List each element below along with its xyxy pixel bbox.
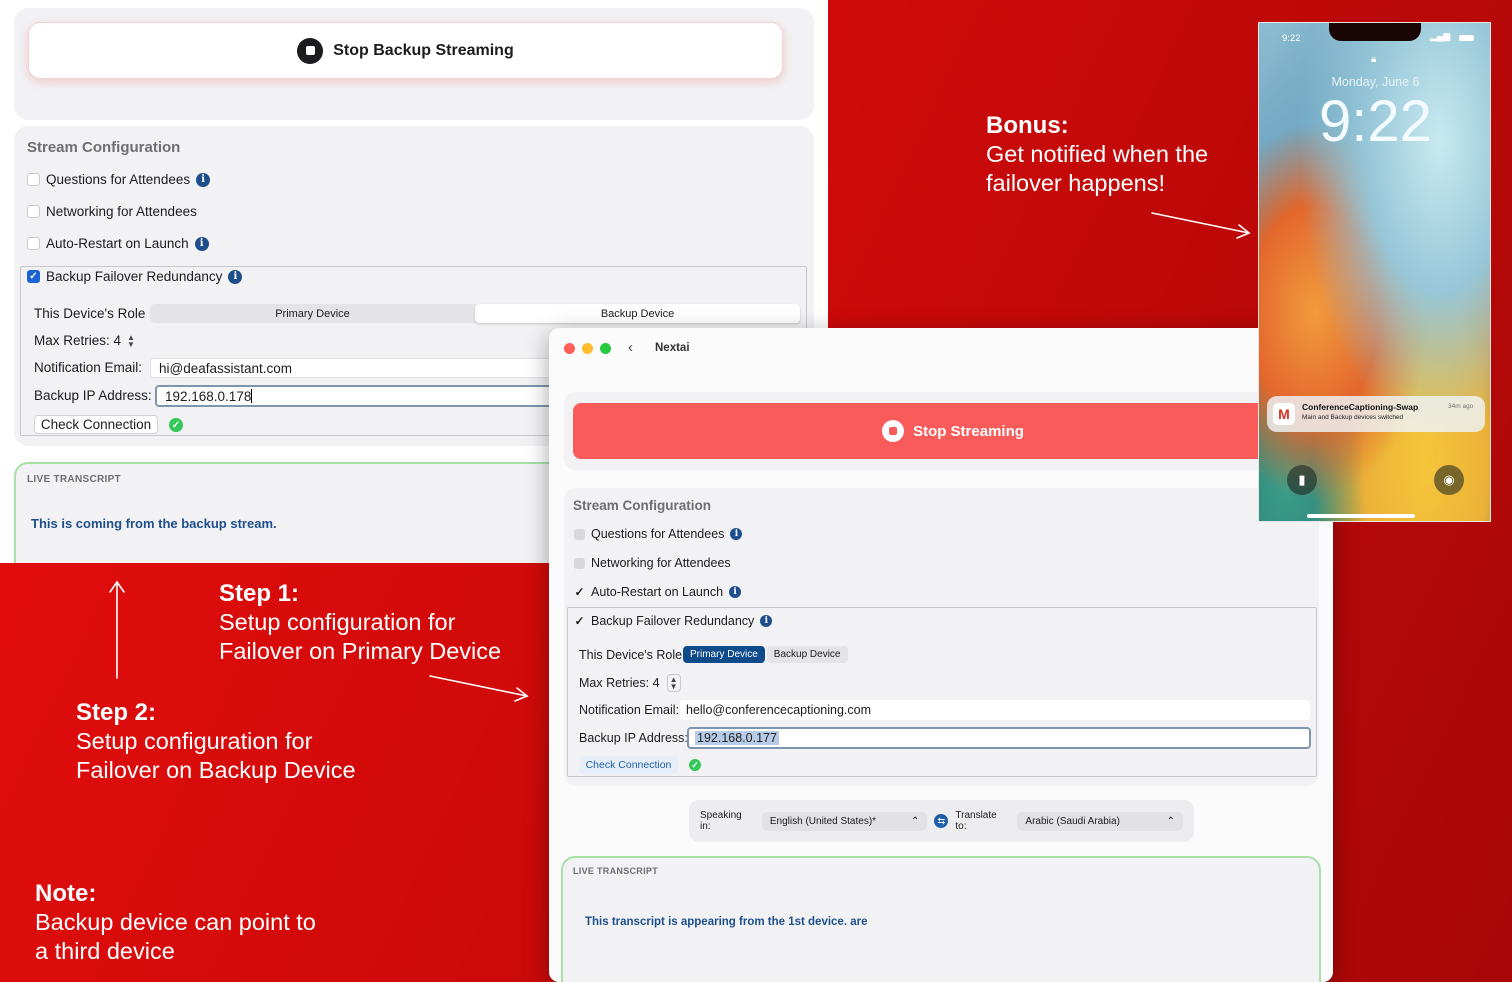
annotation-arrows xyxy=(109,212,1251,702)
step2-arrow-icon xyxy=(109,580,125,679)
step1-arrow-icon xyxy=(429,675,529,702)
bonus-arrow-icon xyxy=(1151,212,1251,239)
